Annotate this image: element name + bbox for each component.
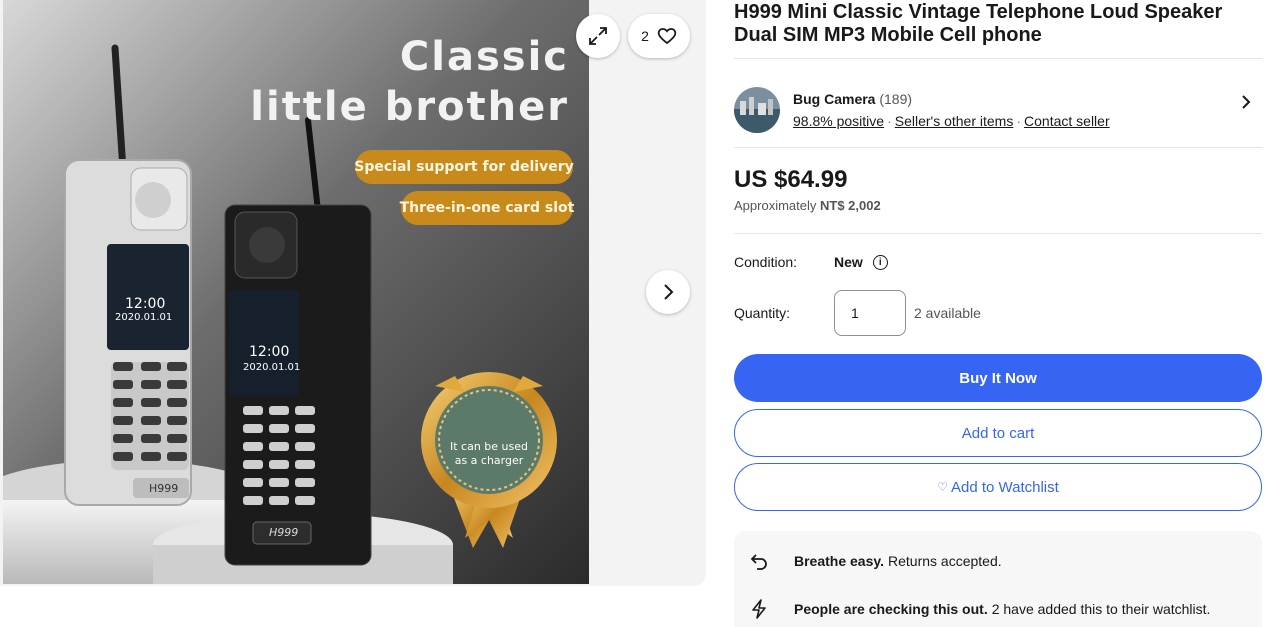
condition-value: New <box>834 254 863 270</box>
seller-positive-link[interactable]: 98.8% positive <box>793 113 884 129</box>
watchers-count: 2 <box>641 28 649 44</box>
quantity-input[interactable] <box>834 290 906 336</box>
image-badge-delivery: Special support for delivery <box>354 150 574 184</box>
black-phone-date: 2020.01.01 <box>243 362 301 373</box>
approx-label: Approximately <box>734 198 817 213</box>
watch-count-button[interactable]: 2 <box>628 14 690 58</box>
heart-icon <box>657 28 677 45</box>
expand-image-button[interactable] <box>576 14 620 58</box>
add-to-watchlist-label: Add to Watchlist <box>950 478 1059 496</box>
next-image-button[interactable] <box>646 270 690 314</box>
image-badge-card-slot: Three-in-one card slot <box>400 191 574 225</box>
promo-watching-text: 2 have added this to their watchlist. <box>991 601 1211 617</box>
black-phone-time: 12:00 <box>249 344 290 360</box>
dot-separator: · <box>1016 113 1022 129</box>
approx-value: NT$ 2,002 <box>820 198 881 213</box>
promo-box: Breathe easy. Returns accepted. People a… <box>734 531 1262 627</box>
seller-name-line: Bug Camera (189) <box>793 91 1110 107</box>
seller-other-items-link[interactable]: Seller's other items <box>895 113 1014 129</box>
quantity-available: 2 available <box>914 305 981 321</box>
heart-icon: ♡ <box>937 480 948 494</box>
listing-panel: H999 Mini Classic Vintage Telephone Loud… <box>734 0 1262 627</box>
image-gallery: Classic little brother Special support f… <box>0 0 706 586</box>
promo-returns: Breathe easy. Returns accepted. <box>748 543 1248 579</box>
add-to-watchlist-button[interactable]: ♡ Add to Watchlist <box>734 463 1262 511</box>
seller-card: Bug Camera (189) 98.8% positive · Seller's… <box>734 59 1262 161</box>
seller-links: 98.8% positive · Seller's other items · Cont… <box>793 113 1110 129</box>
promo-returns-bold: Breathe easy. <box>794 553 885 569</box>
black-phone-model: H999 <box>269 526 299 539</box>
seller-avatar[interactable] <box>734 87 780 133</box>
price: US $64.99 <box>734 166 848 193</box>
divider <box>734 233 1262 234</box>
seller-avatar-image <box>734 87 780 133</box>
approx-price: Approximately NT$ 2,002 <box>734 198 1262 213</box>
info-icon[interactable]: i <box>872 254 888 270</box>
promo-watching-bold: People are checking this out. <box>794 601 988 617</box>
image-seal-text: It can be used as a charger <box>437 440 541 468</box>
quantity-label: Quantity: <box>734 305 791 321</box>
expand-icon <box>589 27 607 45</box>
return-arrow-icon <box>748 550 794 572</box>
image-headline-2: little brother <box>250 84 569 130</box>
lightning-icon <box>748 598 794 620</box>
dot-separator: · <box>887 113 892 129</box>
promo-returns-text: Returns accepted. <box>888 553 1002 569</box>
seal-line-1: It can be used <box>449 440 528 453</box>
listing-title: H999 Mini Classic Vintage Telephone Loud… <box>734 1 1223 46</box>
seller-feedback-count: (189) <box>879 91 913 107</box>
quantity-row: Quantity: 2 available <box>734 290 1262 336</box>
add-to-cart-button[interactable]: Add to cart <box>734 409 1262 457</box>
white-phone-date: 2020.01.01 <box>115 312 173 323</box>
condition-row: Condition: New i <box>734 254 1262 270</box>
white-phone-time: 12:00 <box>125 296 166 312</box>
chevron-right-icon <box>664 284 674 300</box>
condition-label: Condition: <box>734 254 798 270</box>
contact-seller-link[interactable]: Contact seller <box>1024 113 1110 129</box>
promo-watching: People are checking this out. 2 have add… <box>748 591 1248 627</box>
buy-it-now-button[interactable]: Buy It Now <box>734 354 1262 402</box>
white-phone-model: H999 <box>149 482 179 495</box>
seller-chevron-right-icon[interactable] <box>1240 91 1252 117</box>
product-image[interactable]: Classic little brother Special support f… <box>3 0 589 584</box>
chevron-right-icon <box>1242 95 1251 109</box>
seal-line-2: as a charger <box>454 454 524 467</box>
image-headline-1: Classic <box>399 34 569 80</box>
seller-name[interactable]: Bug Camera <box>793 91 875 107</box>
